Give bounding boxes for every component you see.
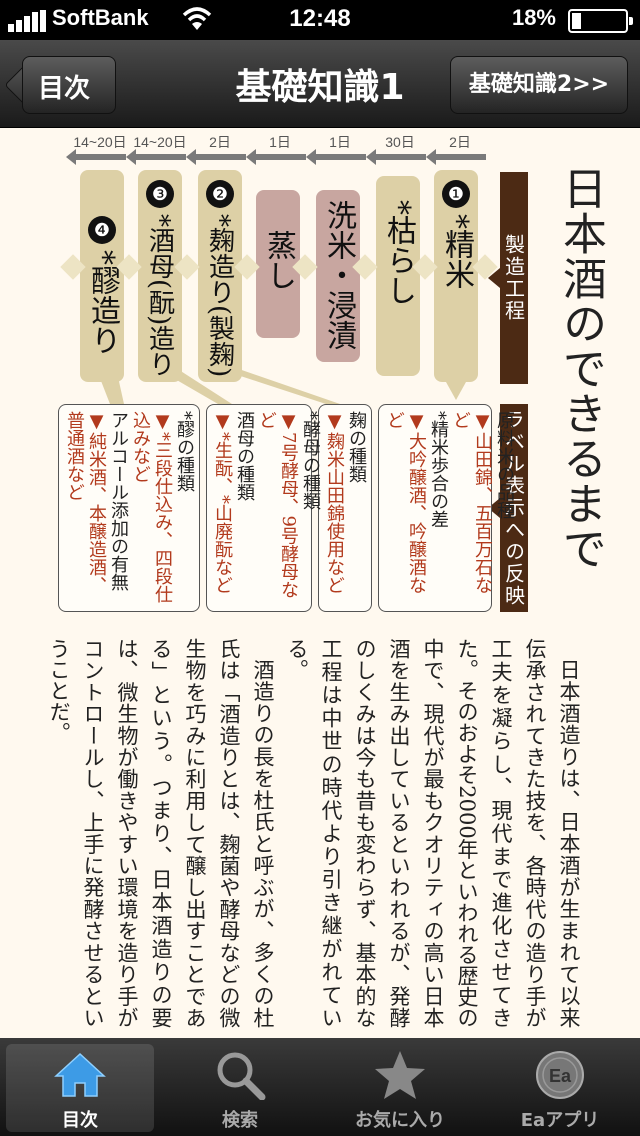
- step-koji[interactable]: ❷ *麹造り(製麹): [198, 170, 242, 382]
- body-text: 日本酒造りは、日本酒が生まれて以来伝承されてきた技を、各時代の造り手が工夫を凝ら…: [47, 638, 586, 1028]
- info-line: ▼麹米山田錦使用など: [324, 411, 345, 594]
- step-washing[interactable]: 洗米・浸漬: [316, 190, 360, 362]
- info-line: ▼山田錦、五百万石など: [450, 411, 493, 594]
- tab-ea-app[interactable]: Ea Eaアプリ: [480, 1038, 640, 1136]
- info-line: *精米歩合の差: [428, 411, 449, 528]
- svg-text:Ea: Ea: [549, 1066, 572, 1086]
- ea-app-icon: Ea: [480, 1048, 640, 1102]
- home-icon: [0, 1048, 160, 1102]
- navigation-bar: 目次 基礎知識1 基礎知識2>>: [0, 40, 640, 128]
- info-box-koji: 麹の種類 ▼麹米山田錦使用など: [318, 404, 372, 612]
- info-line: ▼大吟醸酒、吟醸酒など: [384, 411, 427, 594]
- step-drying[interactable]: *枯らし: [376, 176, 420, 376]
- status-bar: SoftBank 12:48 18%: [0, 0, 640, 40]
- info-line: ▼*生酛、*山廃酛など: [212, 411, 233, 594]
- info-line: 原料米の品種: [494, 411, 515, 519]
- info-line: ▼7号酵母、9号酵母など: [256, 411, 299, 599]
- body-paragraph: 酒造りの長を杜氏と呼ぶが、多くの杜氏は「酒造りとは、麹菌や酵母などの微生物を巧み…: [47, 638, 275, 1028]
- body-paragraph: 日本酒造りは、日本酒が生まれて以来伝承されてきた技を、各時代の造り手が工夫を凝ら…: [285, 638, 581, 1028]
- search-icon: [160, 1048, 320, 1102]
- info-box-moromi: *醪の種類 ▼*三段仕込み、四段仕込みなど アルコール添加の有無 ▼純米酒、本醸造酒、…: [58, 404, 200, 612]
- battery-icon: [568, 9, 633, 33]
- star-icon: [320, 1048, 480, 1102]
- info-line: 酒母の種類: [234, 411, 255, 501]
- tab-bar: 目次 検索 お気に入り Ea Eaアプリ: [0, 1038, 640, 1136]
- next-page-button[interactable]: 基礎知識2>>: [450, 56, 628, 114]
- step-shubo[interactable]: ❸ *酒母(酛)造り: [138, 170, 182, 382]
- info-line: *酵母の種類: [300, 411, 321, 510]
- battery-percent: 18%: [511, 5, 556, 30]
- tab-favorites[interactable]: お気に入り: [320, 1038, 480, 1136]
- info-line: 麹の種類: [346, 411, 367, 483]
- info-box-yeast: *酵母の種類 ▼7号酵母、9号酵母など 酒母の種類 ▼*生酛、*山廃酛など: [206, 404, 321, 612]
- info-line: アルコール添加の有無: [108, 411, 129, 591]
- tab-search[interactable]: 検索: [160, 1038, 320, 1136]
- step-moromi[interactable]: ❹ *醪造り: [80, 170, 124, 382]
- info-line: ▼*三段仕込み、四段仕込みなど: [130, 411, 173, 603]
- info-line: ▼純米酒、本醸造酒、普通酒など: [64, 411, 107, 594]
- step-polishing[interactable]: ❶ *精米: [434, 170, 478, 382]
- tab-contents[interactable]: 目次: [0, 1038, 160, 1136]
- info-line: *醪の種類: [174, 411, 195, 492]
- article-content[interactable]: 日本酒のできるまで 製造工程 ラベル表示への反映 2日 30日 1日 1日 2日…: [0, 128, 640, 1038]
- info-box-rice: 原料米の品種 ▼山田錦、五百万石など *精米歩合の差 ▼大吟醸酒、吟醸酒など: [378, 404, 515, 612]
